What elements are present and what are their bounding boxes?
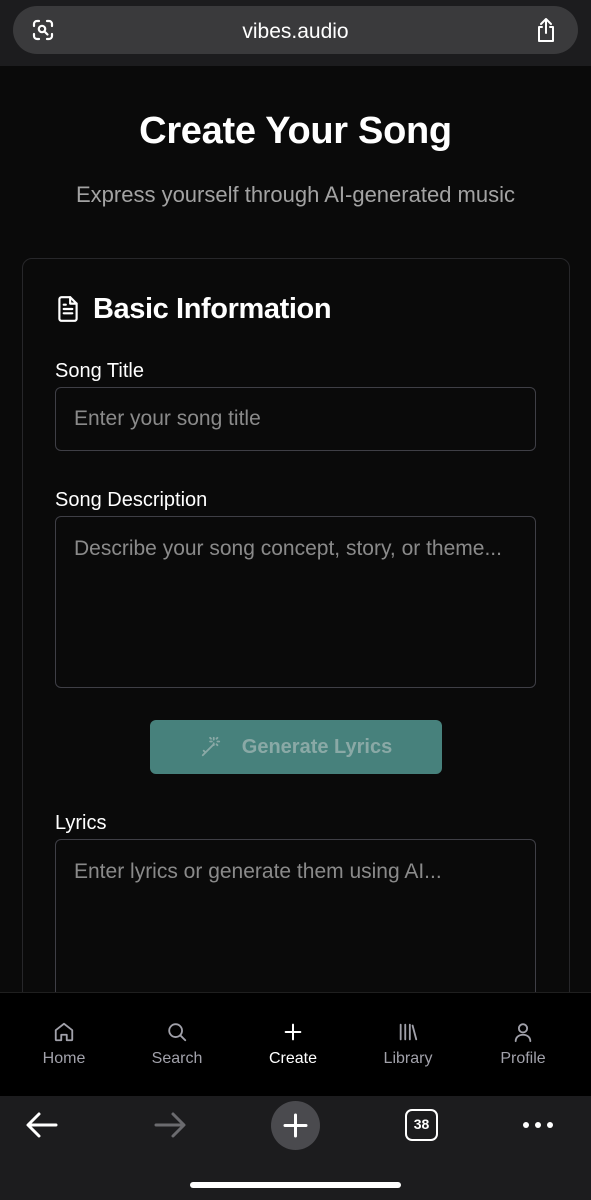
lyrics-textarea[interactable]: Enter lyrics or generate them using AI..… [55,839,536,992]
song-title-input[interactable]: Enter your song title [55,387,536,451]
browser-top-bar: vibes.audio [0,0,591,66]
page-title: Create Your Song [139,110,452,152]
basic-information-card: Basic Information Song Title Enter your … [22,258,570,992]
nav-label-home: Home [42,1050,86,1067]
url-text[interactable]: vibes.audio [13,20,578,44]
page-content: Create Your Song Express yourself throug… [0,66,591,992]
nav-item-home[interactable]: Home [14,1021,114,1068]
page-subtitle: Express yourself through AI-generated mu… [75,182,515,207]
tab-count-button[interactable]: 38 [405,1109,438,1141]
document-icon [58,296,78,322]
more-dots-icon[interactable] [522,1118,554,1132]
lyrics-label: Lyrics [55,812,107,834]
generate-lyrics-label: Generate Lyrics [241,735,393,758]
nav-label-search: Search [151,1050,203,1067]
nav-label-create: Create [268,1050,318,1067]
generate-lyrics-button[interactable]: Generate Lyrics [150,720,442,774]
card-header: Basic Information [55,291,332,327]
card-title: Basic Information [93,292,332,325]
search-icon [168,1023,187,1042]
nav-item-search[interactable]: Search [127,1021,227,1068]
url-bar[interactable]: vibes.audio [13,6,578,54]
new-tab-button[interactable] [271,1101,320,1150]
share-icon[interactable] [534,17,558,43]
plus-icon [284,1023,302,1041]
library-icon [399,1023,418,1041]
nav-label-profile: Profile [500,1050,546,1067]
home-indicator [190,1182,401,1188]
nav-item-library[interactable]: Library [358,1021,458,1068]
song-title-label: Song Title [55,360,144,382]
user-icon [514,1023,532,1043]
song-description-label: Song Description [55,489,208,511]
magic-wand-icon [201,736,220,757]
app-bottom-nav: Home Search Create Library Profile [0,992,591,1096]
arrow-left-icon[interactable] [25,1111,59,1139]
nav-item-create[interactable]: Create [243,1021,343,1068]
nav-label-library: Library [383,1050,433,1067]
home-icon [54,1022,74,1042]
arrow-right-icon[interactable] [153,1111,187,1139]
song-description-textarea[interactable]: Describe your song concept, story, or th… [55,516,536,688]
plus-icon [283,1113,308,1138]
nav-item-profile[interactable]: Profile [473,1021,573,1068]
